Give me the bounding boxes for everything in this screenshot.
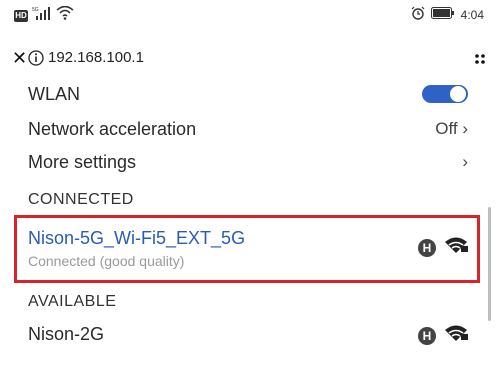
connected-header: CONNECTED (28, 191, 134, 208)
h-badge-icon: H (418, 238, 436, 257)
status-left: HD 5G (14, 5, 74, 25)
available-section-header: AVAILABLE (28, 293, 468, 313)
wifi-icon (56, 5, 74, 25)
wifi-secure-icon (444, 236, 468, 259)
network-acceleration-value: Off › (435, 119, 468, 139)
available-network-item[interactable]: Nison-2G H (28, 324, 468, 348)
wlan-label: WLAN (28, 84, 81, 104)
signal-icon: 5G (32, 6, 52, 25)
connected-section-header: CONNECTED (28, 191, 468, 211)
connected-network-item[interactable]: Nison-5G_Wi-Fi5_EXT_5G Connected (good q… (28, 228, 468, 272)
connected-network-status: Connected (good quality) (28, 253, 185, 269)
status-right: 4:04 (411, 6, 484, 23)
menu-dots-icon[interactable] (474, 52, 486, 70)
available-network-icons: H (418, 324, 468, 347)
url-text[interactable]: 192.168.100.1 (48, 48, 144, 68)
available-network-name: Nison-2G (28, 324, 105, 344)
url-bar: ✕ 192.168.100.1 (0, 46, 496, 72)
network-acceleration-row[interactable]: Network acceleration Off › (28, 119, 468, 141)
chevron-right-icon: › (457, 119, 468, 138)
connected-network-icons: H (418, 236, 468, 259)
alarm-icon (411, 6, 425, 23)
hd-icon: HD (14, 9, 28, 22)
wlan-row: WLAN (28, 84, 468, 106)
h-badge-icon: H (418, 326, 436, 345)
close-icon[interactable]: ✕ (12, 46, 27, 70)
network-acceleration-label: Network acceleration (28, 119, 197, 139)
network-type-label: 5G (32, 7, 39, 13)
wifi-secure-icon (444, 324, 468, 347)
scrollbar[interactable] (488, 207, 491, 321)
more-settings-label: More settings (28, 152, 137, 172)
battery-icon (430, 7, 455, 22)
available-header: AVAILABLE (28, 293, 117, 310)
more-settings-row[interactable]: More settings › (28, 152, 468, 174)
connected-network-name: Nison-5G_Wi-Fi5_EXT_5G (28, 228, 246, 248)
status-time: 4:04 (460, 7, 484, 22)
network-acceleration-value-text: Off (435, 119, 458, 138)
info-icon[interactable] (28, 50, 44, 71)
wlan-toggle[interactable] (422, 85, 468, 103)
chevron-right-icon: › (462, 152, 468, 171)
wlan-toggle-knob (450, 86, 466, 102)
status-bar: HD 5G 4:04 (0, 0, 496, 28)
